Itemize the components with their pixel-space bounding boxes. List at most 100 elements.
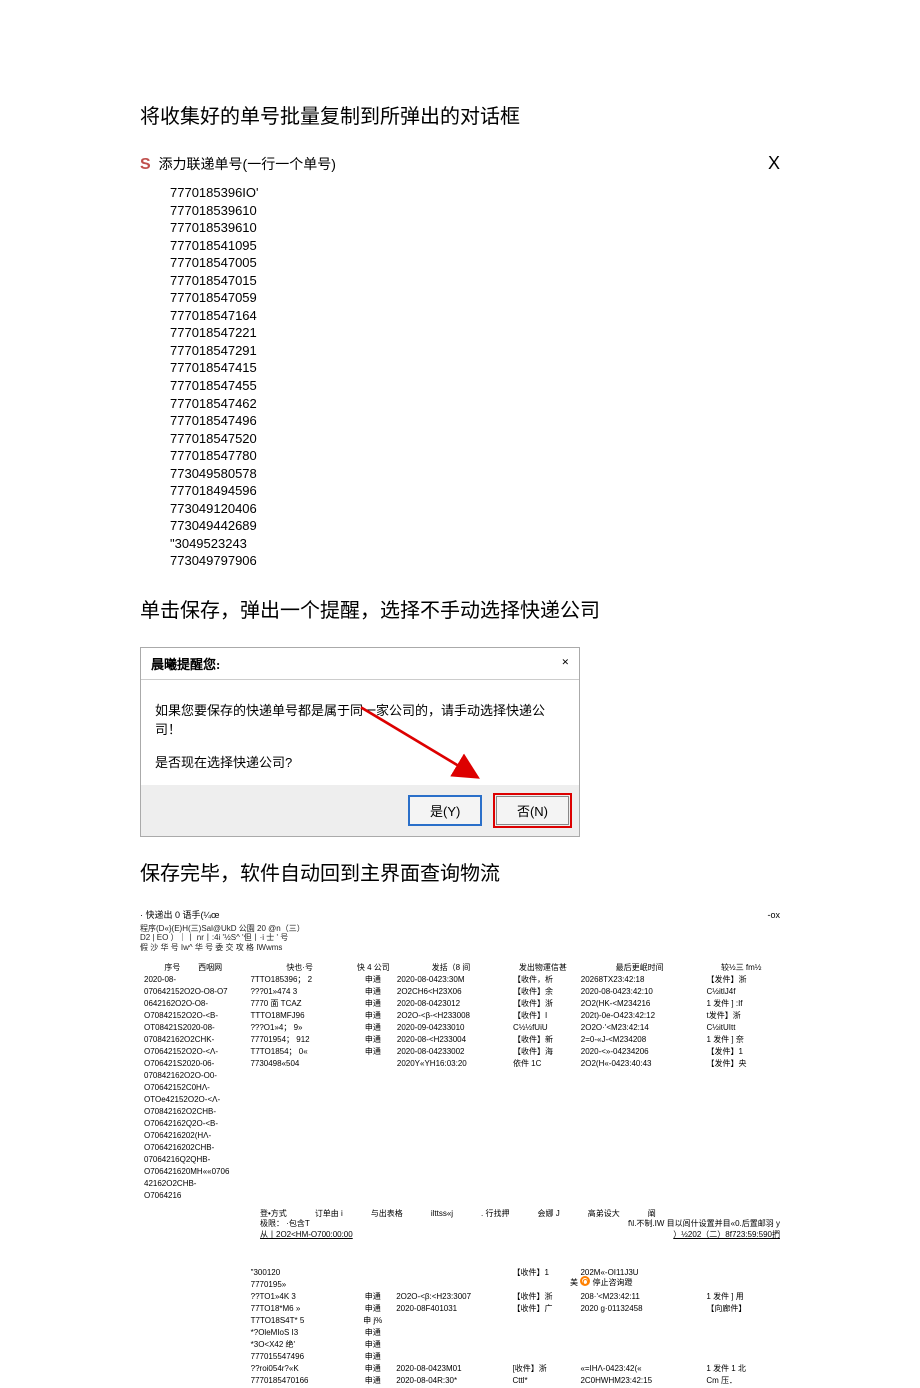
table-cell: ???01»474 3 bbox=[250, 987, 348, 999]
hdr-trail: 西咽网 bbox=[198, 963, 222, 972]
table-cell: O70842152O2O-<B- bbox=[144, 1011, 242, 1023]
table-cell: 2020-08- bbox=[144, 975, 242, 987]
table-cell: 申通 bbox=[357, 1047, 389, 1059]
confirm-msg-2: 是否现在选择快递公司? bbox=[155, 752, 565, 771]
hdr-send: 发括（8 间 bbox=[397, 963, 505, 973]
col-company: 快 4 公司 申通申通申通申通申通申通申通 bbox=[353, 963, 393, 1203]
table-cell: 2O2O-<β:<H23:3007 bbox=[396, 1292, 504, 1304]
tracking-number: 777018547291 bbox=[170, 342, 780, 360]
table-cell bbox=[706, 1352, 776, 1364]
table-cell: 070842162O2CHK- bbox=[144, 1035, 242, 1047]
col-tracking: 快也·号 7TTO185396； 2???01»474 37770 面 TCAZ… bbox=[246, 963, 352, 1203]
window-menu[interactable]: 程序(D«}(E)H(三)Sal@UkD 公園 20 @n（三） D2 | EO… bbox=[140, 924, 780, 953]
table-cell: 2020-08F401031 bbox=[396, 1304, 504, 1316]
col-time: 最后更岷时间 20268TX23:42:182020-08-0423:42:10… bbox=[577, 963, 703, 1203]
tracking-number: 777018547221 bbox=[170, 324, 780, 342]
table-cell bbox=[512, 1316, 572, 1328]
table-cell: 申通 bbox=[357, 999, 389, 1011]
table-cell: O7064216 bbox=[144, 1191, 242, 1203]
tracking-number: 777018547455 bbox=[170, 377, 780, 395]
table-cell: 2020-08-04233002 bbox=[397, 1047, 505, 1059]
main-window: · 快递出 0 语手(¼œ -ox 程序(D«}(E)H(三)Sal@UkD 公… bbox=[140, 910, 780, 1288]
tracking-number: 777018547780 bbox=[170, 447, 780, 465]
table-cell: 【发件】1 bbox=[707, 1047, 776, 1059]
table-cell: 2O2O-<β-<H233008 bbox=[397, 1011, 505, 1023]
table-cell bbox=[580, 1340, 698, 1352]
no-button[interactable]: 否(N) bbox=[496, 796, 569, 825]
table-cell: 0642162O2O-O8- bbox=[144, 999, 242, 1011]
table-cell: 【收件】1 bbox=[512, 1268, 572, 1280]
table-cell: Cttl* bbox=[512, 1376, 572, 1388]
table-cell: 申通 bbox=[357, 1352, 388, 1364]
tracking-number: 773049797906 bbox=[170, 552, 780, 570]
table-cell: O7064216202CHB- bbox=[144, 1143, 242, 1155]
table-cell: O70842162O2CHB- bbox=[144, 1107, 242, 1119]
table-cell: 2020-08-0423:30M bbox=[397, 975, 505, 987]
tracking-number: 777018547496 bbox=[170, 412, 780, 430]
table-cell: O70642162Q2O-<B- bbox=[144, 1119, 242, 1131]
toolbar-label[interactable]: 与出表格 bbox=[371, 1209, 403, 1219]
table-cell bbox=[396, 1352, 504, 1364]
table-cell: 2O2(H«-0423:40:43 bbox=[581, 1059, 699, 1071]
table-cell: O70642152C0HΛ- bbox=[144, 1083, 242, 1095]
confirm-close-icon[interactable]: × bbox=[562, 654, 569, 673]
extreme-range[interactable]: 从丨2O2<HM-O700:00:00 bbox=[260, 1230, 353, 1239]
toolbar-label[interactable]: ilttss«j bbox=[431, 1209, 453, 1219]
table-cell: T7TO1854； 0« bbox=[250, 1047, 348, 1059]
table-cell: 2020-08-04R:30* bbox=[396, 1376, 504, 1388]
table-cell: "300120 bbox=[251, 1268, 350, 1280]
table-cell: 7770 面 TCAZ bbox=[250, 999, 348, 1011]
table-cell: 2020Y«YH16:03:20 bbox=[397, 1059, 505, 1071]
stop-label[interactable]: 停止咨询蹬 bbox=[592, 1278, 632, 1287]
table-cell bbox=[396, 1328, 504, 1340]
toolbar-label[interactable]: . 行找押 bbox=[481, 1209, 509, 1219]
table-cell: *3O<X42 绝' bbox=[251, 1340, 350, 1352]
table-cell: OTOe42152O2O-<Λ- bbox=[144, 1095, 242, 1107]
window-controls[interactable]: -ox bbox=[767, 910, 780, 922]
tracking-number: 777018547015 bbox=[170, 272, 780, 290]
table-cell: 42162O2CHB- bbox=[144, 1179, 242, 1191]
toolbar-label[interactable]: 登•方式 bbox=[260, 1209, 287, 1219]
table-cell: 【收件】海 bbox=[513, 1047, 573, 1059]
table-cell: 070642152O2O-O8-O7 bbox=[144, 987, 242, 999]
hdr-trk: 快也·号 bbox=[250, 963, 348, 973]
hdr-time: 最后更岷时间 bbox=[581, 963, 699, 973]
tracking-number-textarea[interactable]: 7770185396IO'777018539610777018539610777… bbox=[170, 184, 780, 570]
table-cell: 申通 bbox=[357, 975, 389, 987]
table-cell: *?OleMIoS I3 bbox=[251, 1328, 350, 1340]
table-cell: 7770185470166 bbox=[251, 1376, 350, 1388]
confirm-dialog-body: 如果您要保存的快递单号都是属于同一家公司的，请手动选择快递公司！ 是否现在选择快… bbox=[141, 680, 579, 785]
tracking-number: 777018547059 bbox=[170, 289, 780, 307]
toolbar-label[interactable]: 高弟设大 bbox=[588, 1209, 620, 1219]
table-cell: OT08421S2020-08- bbox=[144, 1023, 242, 1035]
table-cell bbox=[396, 1340, 504, 1352]
close-icon[interactable]: X bbox=[768, 153, 780, 174]
table-cell: 申通 bbox=[357, 987, 389, 999]
tracking-number: 777018547164 bbox=[170, 307, 780, 325]
tracking-number: 777018547005 bbox=[170, 254, 780, 272]
table-cell: 1 发件 1 北 bbox=[706, 1364, 776, 1376]
hdr-comp: 快 4 公司 bbox=[357, 963, 389, 973]
yes-button[interactable]: 是(Y) bbox=[408, 795, 482, 826]
dialog-icon: S bbox=[140, 156, 151, 173]
extreme-sub: ·包含T bbox=[286, 1219, 310, 1228]
table-cell: 申 j% bbox=[357, 1316, 388, 1328]
table-cell: 2020-08-0423M01 bbox=[396, 1364, 504, 1376]
table-cell: 【收件，析 bbox=[513, 975, 573, 987]
table-cell: O70642152O2O-<Λ- bbox=[144, 1047, 242, 1059]
table-cell: 【收件】余 bbox=[513, 987, 573, 999]
table-cell bbox=[512, 1340, 572, 1352]
toolbar-label[interactable]: 阐 bbox=[648, 1209, 656, 1219]
confirm-dialog: 晨曦提醒您: × 如果您要保存的快递单号都是属于同一家公司的，请手动选择快递公司… bbox=[140, 647, 580, 837]
toolbar-label[interactable]: 订单由 i bbox=[315, 1209, 343, 1219]
hdr-last: 较½三 fm½ bbox=[707, 963, 776, 973]
table-cell: C½itlJ4f bbox=[707, 987, 776, 999]
table-cell: 777015547496 bbox=[251, 1352, 350, 1364]
tracking-number: 773049442689 bbox=[170, 517, 780, 535]
tracking-number: 777018547415 bbox=[170, 359, 780, 377]
section2-heading: 单击保存，弹出一个提醒，选择不手动选择快递公司 bbox=[140, 594, 780, 623]
table-cell: 申通 bbox=[357, 1023, 389, 1035]
table-cell: 申通 bbox=[357, 1292, 388, 1304]
table-cell: 2020 g·01132458 bbox=[580, 1304, 698, 1316]
toolbar-label[interactable]: 会娜 J bbox=[538, 1209, 560, 1219]
